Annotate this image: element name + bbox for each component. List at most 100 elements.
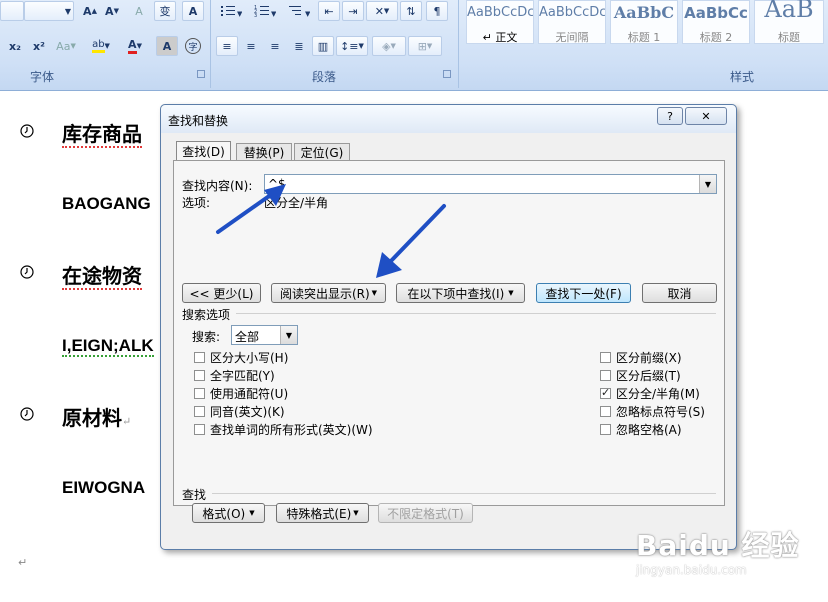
cancel-button[interactable]: 取消	[642, 283, 717, 303]
font-color-button[interactable]: A ▼	[120, 36, 150, 56]
bullets-button[interactable]: ▼	[216, 1, 246, 21]
doc-paragraph: EIWOGNA	[62, 478, 146, 497]
chevron-down-icon: ▼	[353, 509, 359, 517]
sounds-like-checkbox[interactable]	[194, 406, 205, 417]
align-left-button[interactable]: ≡	[216, 36, 238, 56]
match-case-checkbox[interactable]	[194, 352, 205, 363]
char-border-button[interactable]: A	[182, 1, 204, 21]
reading-highlight-button[interactable]: 阅读突出显示(R) ▼	[271, 283, 386, 303]
ignore-space-checkbox[interactable]	[600, 424, 611, 435]
decrease-indent-button[interactable]: ⇤	[318, 1, 340, 21]
group-divider	[458, 0, 459, 88]
all-word-forms-checkbox[interactable]	[194, 424, 205, 435]
clear-format-button[interactable]: A	[128, 1, 150, 21]
pilcrow-icon: ¶	[433, 4, 441, 18]
svg-text:▼: ▼	[237, 10, 242, 18]
less-button[interactable]: << 更少(L)	[182, 283, 261, 303]
divider	[212, 493, 716, 494]
close-icon: ✕	[701, 109, 711, 123]
superscript-button[interactable]: x²	[28, 36, 50, 56]
show-marks-button[interactable]: ¶	[426, 1, 448, 21]
search-direction-label: 搜索:	[192, 330, 221, 344]
font-size-dropdown[interactable]: ▼	[24, 1, 74, 21]
style-normal[interactable]: AaBbCcDc ↵ 正文	[466, 0, 534, 44]
distributed-button[interactable]: ▥	[312, 36, 334, 56]
svg-text:3: 3	[254, 13, 257, 18]
match-case-label: 区分大小写(H)	[210, 351, 289, 365]
all-word-forms-label: 查找单词的所有形式(英文)(W)	[210, 423, 373, 437]
align-center-button[interactable]: ≡	[240, 36, 262, 56]
highlight-button[interactable]: ab ▼	[86, 36, 116, 56]
increase-indent-button[interactable]: ⇥	[342, 1, 364, 21]
tab-find[interactable]: 查找(D)	[176, 141, 231, 161]
baidu-jingyan-watermark: Baidu 经验	[636, 529, 800, 562]
numbering-button[interactable]: 1 2 3 ▼	[250, 1, 280, 21]
match-prefix-checkbox[interactable]	[600, 352, 611, 363]
borders-button[interactable]: ⊞ ▼	[408, 36, 442, 56]
distributed-icon: ▥	[317, 39, 329, 53]
change-case-button[interactable]: Aa ▼	[52, 36, 80, 56]
watermark-url: jingyan.baidu.com	[636, 563, 747, 577]
dialog-titlebar[interactable]: 查找和替换 ? ✕	[161, 105, 736, 133]
style-title[interactable]: AaB 标题	[754, 0, 824, 44]
grow-font-button[interactable]: A ▲	[80, 1, 100, 21]
find-in-button[interactable]: 在以下项中查找(I) ▼	[396, 283, 525, 303]
enclose-char-button[interactable]: 字	[182, 36, 204, 56]
no-formatting-button[interactable]: 不限定格式(T)	[378, 503, 473, 523]
doc-heading: 在途物资	[62, 264, 142, 290]
whole-word-checkbox[interactable]	[194, 370, 205, 381]
tab-goto[interactable]: 定位(G)	[294, 143, 350, 161]
annotation-arrow	[216, 184, 286, 234]
style-heading-2[interactable]: AaBbCc 标题 2	[682, 0, 750, 44]
align-right-button[interactable]: ≡	[264, 36, 286, 56]
annotation-arrow	[376, 204, 446, 278]
special-format-button[interactable]: 特殊格式(E) ▼	[276, 503, 369, 523]
style-heading-1[interactable]: AaBbC 标题 1	[610, 0, 678, 44]
chevron-down-icon[interactable]: ▼	[699, 175, 716, 193]
shading-button[interactable]: ◈ ▼	[372, 36, 406, 56]
wildcards-checkbox[interactable]	[194, 388, 205, 399]
ribbon: ▼ A ▲ A ▼ A 变 A x₂ x² Aa ▼ ab ▼ A ▼ A 字 字体 ▼ …	[0, 0, 828, 91]
line-spacing-button[interactable]: ↕≡ ▼	[336, 36, 368, 56]
match-width-checkbox[interactable]: ✓	[600, 386, 611, 399]
char-shading-button[interactable]: A	[156, 36, 178, 56]
paragraph-dialog-launcher[interactable]	[443, 70, 451, 78]
find-what-input[interactable]: ^$ ▼	[264, 174, 717, 194]
subscript-button[interactable]: x₂	[4, 36, 26, 56]
search-direction-select[interactable]: 全部 ▼	[231, 325, 298, 345]
doc-heading: 库存商品	[62, 122, 142, 148]
match-suffix-checkbox[interactable]	[600, 370, 611, 381]
justify-button[interactable]: ≣	[288, 36, 310, 56]
dialog-title: 查找和替换	[168, 114, 229, 128]
check-icon: ✓	[601, 386, 611, 399]
multilevel-list-button[interactable]: ▼	[284, 1, 314, 21]
shrink-font-button[interactable]: A ▼	[102, 1, 122, 21]
align-left-icon: ≡	[222, 39, 232, 53]
ignore-punct-checkbox[interactable]	[600, 406, 611, 417]
clock-bullet-icon	[20, 265, 34, 279]
chevron-down-icon[interactable]: ▼	[280, 326, 297, 344]
chinese-layout-button[interactable]: ✕ ▼	[366, 1, 398, 21]
chinese-layout-icon: ✕	[374, 4, 384, 18]
sounds-like-label: 同音(英文)(K)	[210, 405, 285, 419]
tab-replace[interactable]: 替换(P)	[236, 143, 292, 161]
doc-paragraph: BAOGANG	[62, 194, 151, 213]
sort-button[interactable]: ⇅	[400, 1, 422, 21]
phonetic-guide-button[interactable]: 变	[154, 1, 176, 21]
style-no-spacing[interactable]: AaBbCcDc 无间隔	[538, 0, 606, 44]
close-button[interactable]: ✕	[685, 107, 727, 125]
align-center-icon: ≡	[246, 39, 256, 53]
format-button[interactable]: 格式(O) ▼	[192, 503, 265, 523]
options-label: 选项:	[182, 196, 211, 210]
find-next-button[interactable]: 查找下一处(F)	[536, 283, 631, 303]
font-name-dropdown[interactable]	[0, 1, 24, 21]
multilevel-list-icon: ▼	[289, 6, 310, 18]
clock-bullet-icon	[20, 124, 34, 138]
match-width-label: 区分全/半角(M)	[616, 387, 700, 401]
help-icon: ?	[667, 109, 673, 123]
help-button[interactable]: ?	[657, 107, 683, 125]
doc-heading: 原材料↵	[62, 406, 132, 430]
line-spacing-icon: ↕≡	[340, 39, 359, 53]
chevron-down-icon: ▼	[371, 289, 378, 297]
font-dialog-launcher[interactable]	[197, 70, 205, 78]
